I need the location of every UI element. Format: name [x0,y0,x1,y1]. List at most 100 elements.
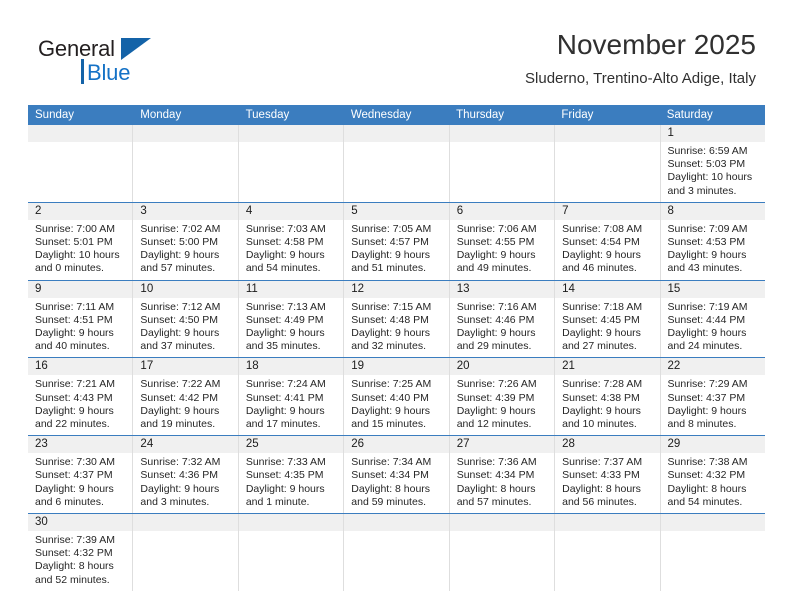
day-daylight-1-text: Daylight: 9 hours [667,327,747,340]
day-cell[interactable]: Sunrise: 7:26 AM Sunset: 4:39 PM Daylight:… [448,375,554,436]
day-number[interactable]: 16 [28,358,132,375]
day-daylight-2-text: and 3 minutes. [140,495,210,508]
day-sunrise-text: Sunrise: 7:09 AM [667,222,748,235]
day-number[interactable]: 13 [448,280,554,298]
day-cell[interactable]: Sunrise: 7:38 AM Sunset: 4:32 PM Daylight:… [659,453,765,514]
day-number[interactable]: 30 [28,514,132,531]
day-cell-empty [659,531,765,591]
day-cell[interactable]: Sunrise: 7:12 AM Sunset: 4:50 PM Daylight:… [132,297,237,358]
day-number[interactable]: 12 [343,280,448,298]
day-cell[interactable]: Sunrise: 7:30 AM Sunset: 4:37 PM Daylight:… [28,453,132,513]
day-number[interactable]: 14 [554,280,659,298]
day-number[interactable]: 28 [554,436,659,454]
week-detail-band: Sunrise: 7:39 AM Sunset: 4:32 PM Daylight:… [28,531,765,591]
day-number[interactable]: 22 [659,358,765,376]
day-cell[interactable]: Sunrise: 7:32 AM Sunset: 4:36 PM Daylight:… [132,453,237,514]
day-number[interactable]: 15 [659,280,765,298]
day-number[interactable]: 8 [659,202,765,220]
day-cell[interactable]: Sunrise: 7:00 AM Sunset: 5:01 PM Daylight:… [28,220,132,280]
day-sunset-text: Sunset: 5:01 PM [35,236,113,249]
day-sunset-text: Sunset: 4:35 PM [245,469,324,482]
day-sunset-text: Sunset: 4:33 PM [562,469,640,482]
day-cell[interactable]: Sunrise: 7:19 AM Sunset: 4:44 PM Daylight:… [659,297,765,358]
day-number[interactable]: 26 [343,436,448,454]
day-number[interactable]: 6 [448,202,554,220]
day-daylight-1-text: Daylight: 9 hours [140,327,220,340]
day-number[interactable]: 10 [132,280,237,298]
day-cell[interactable]: Sunrise: 7:28 AM Sunset: 4:38 PM Daylight:… [554,375,659,436]
day-daylight-2-text: and 12 minutes. [456,418,532,431]
week-detail-band: Sunrise: 7:00 AM Sunset: 5:01 PM Daylight:… [28,219,765,280]
day-daylight-2-text: and 43 minutes. [667,262,743,275]
day-cell[interactable]: Sunrise: 7:24 AM Sunset: 4:41 PM Daylight:… [237,375,343,436]
day-number[interactable]: 27 [448,436,554,454]
day-cell[interactable]: Sunrise: 7:39 AM Sunset: 4:32 PM Daylight:… [28,531,132,591]
day-daylight-2-text: and 59 minutes. [351,495,426,508]
day-number[interactable]: 29 [659,436,765,454]
day-number[interactable]: 7 [554,202,659,220]
day-cell[interactable]: Sunrise: 7:08 AM Sunset: 4:54 PM Daylight:… [554,219,659,280]
day-sunset-text: Sunset: 4:34 PM [456,469,535,482]
day-cell[interactable]: Sunrise: 7:11 AM Sunset: 4:51 PM Daylight:… [28,298,132,358]
day-number[interactable]: 24 [132,436,237,454]
day-number[interactable]: 25 [237,436,343,454]
day-daylight-1-text: Daylight: 9 hours [351,404,431,417]
day-cell[interactable]: Sunrise: 7:33 AM Sunset: 4:35 PM Daylight:… [237,453,343,514]
day-cell[interactable]: Sunrise: 7:05 AM Sunset: 4:57 PM Daylight:… [343,219,448,280]
day-sunset-text: Sunset: 4:32 PM [35,547,113,560]
day-cell[interactable]: Sunrise: 7:18 AM Sunset: 4:45 PM Daylight:… [554,297,659,358]
day-daylight-2-text: and 3 minutes. [667,184,737,197]
day-cell[interactable]: Sunrise: 7:21 AM Sunset: 4:43 PM Daylight:… [28,375,132,435]
day-cell[interactable]: Sunrise: 7:37 AM Sunset: 4:33 PM Daylight:… [554,453,659,514]
day-cell[interactable]: Sunrise: 7:03 AM Sunset: 4:58 PM Daylight:… [237,219,343,280]
day-number-empty [554,514,659,532]
day-number[interactable]: 17 [132,358,237,376]
day-cell[interactable]: Sunrise: 7:34 AM Sunset: 4:34 PM Daylight:… [343,453,448,514]
day-cell[interactable]: Sunrise: 7:22 AM Sunset: 4:42 PM Daylight:… [132,375,237,436]
day-number[interactable]: 11 [237,280,343,298]
day-sunrise-text: Sunrise: 7:06 AM [456,222,537,235]
week-day-number-band: 9 10 11 12 13 14 15 [28,280,765,298]
day-number-empty [448,125,554,142]
day-number[interactable]: 5 [343,202,448,220]
day-daylight-1-text: Daylight: 9 hours [562,249,641,262]
day-sunrise-text: Sunrise: 7:08 AM [562,222,643,235]
day-sunset-text: Sunset: 4:55 PM [456,236,535,249]
day-number-empty [343,125,448,142]
day-daylight-2-text: and 19 minutes. [140,418,216,431]
day-sunset-text: Sunset: 4:37 PM [667,391,746,404]
day-cell[interactable]: Sunrise: 7:06 AM Sunset: 4:55 PM Daylight:… [448,219,554,280]
day-cell[interactable]: Sunrise: 7:25 AM Sunset: 4:40 PM Daylight:… [343,375,448,436]
day-sunrise-text: Sunrise: 7:37 AM [562,456,643,469]
day-number[interactable]: 3 [132,202,237,220]
general-blue-logo[interactable]: General Blue [38,36,228,92]
day-cell[interactable]: Sunrise: 7:09 AM Sunset: 4:53 PM Daylight:… [659,219,765,280]
day-daylight-1-text: Daylight: 8 hours [562,482,641,495]
day-number[interactable]: 9 [28,281,132,298]
day-number-empty [132,125,237,142]
day-number-empty [237,125,343,142]
day-sunrise-text: Sunrise: 7:28 AM [562,378,643,391]
calendar-week-row: 9 10 11 12 13 14 15 Sunrise: 7:11 AM Sunset: 4:5… [28,279,765,358]
day-number[interactable]: 21 [554,358,659,376]
day-cell[interactable]: Sunrise: 7:16 AM Sunset: 4:46 PM Daylight:… [448,297,554,358]
day-number[interactable]: 18 [237,358,343,376]
day-number[interactable]: 1 [659,125,765,142]
day-number[interactable]: 19 [343,358,448,376]
day-cell[interactable]: Sunrise: 7:29 AM Sunset: 4:37 PM Daylight:… [659,375,765,436]
day-number[interactable]: 20 [448,358,554,376]
day-daylight-2-text: and 57 minutes. [456,495,532,508]
day-cell[interactable]: Sunrise: 7:36 AM Sunset: 4:34 PM Daylight:… [448,453,554,514]
week-day-number-band: 30 [28,514,765,532]
day-daylight-1-text: Daylight: 9 hours [351,327,431,340]
day-cell[interactable]: Sunrise: 7:13 AM Sunset: 4:49 PM Daylight:… [237,297,343,358]
day-number[interactable]: 23 [28,436,132,453]
day-number[interactable]: 4 [237,202,343,220]
day-cell[interactable]: Sunrise: 7:02 AM Sunset: 5:00 PM Daylight:… [132,219,237,280]
day-cell-empty [448,142,554,202]
day-cell[interactable]: Sunrise: 7:15 AM Sunset: 4:48 PM Daylight:… [343,297,448,358]
day-daylight-1-text: Daylight: 10 hours [667,171,753,184]
day-daylight-2-text: and 0 minutes. [35,262,104,275]
day-cell[interactable]: Sunrise: 6:59 AM Sunset: 5:03 PM Daylight:… [659,142,765,202]
day-number[interactable]: 2 [28,203,132,220]
